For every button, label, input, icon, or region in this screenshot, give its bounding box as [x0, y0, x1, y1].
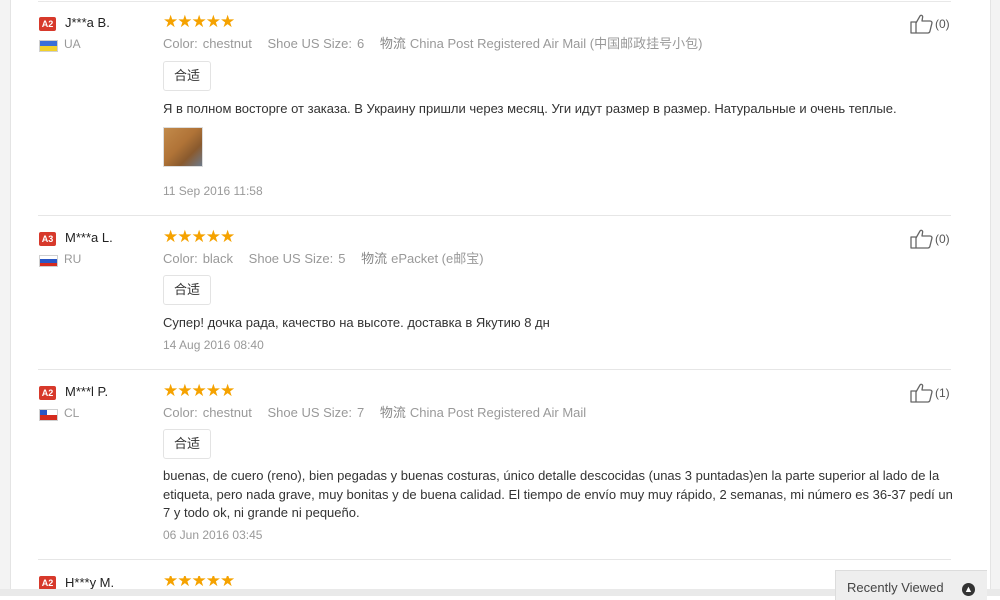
- color-label: Color:: [163, 36, 198, 51]
- review-photo-thumbnail[interactable]: [163, 127, 203, 167]
- country-flag-icon: [39, 40, 58, 52]
- top-divider: [38, 1, 951, 2]
- buyer-country: CL: [64, 406, 80, 420]
- size-value: 6: [357, 36, 365, 51]
- fit-tag: 合适: [163, 429, 212, 459]
- buyer-name: J***a B.: [65, 15, 110, 30]
- buyer-level-badge: A2: [39, 17, 56, 31]
- fit-tag: 合适: [163, 61, 212, 91]
- size-label: Shoe US Size:: [248, 251, 334, 266]
- helpful-button[interactable]: (1): [910, 383, 950, 405]
- shipping-value: ePacket (e邮宝): [391, 251, 484, 266]
- country-flag-icon: [39, 409, 58, 421]
- buyer-country: UA: [64, 37, 81, 51]
- color-value: black: [202, 251, 234, 266]
- review-text: Супер! дочка рада, качество на высоте. д…: [163, 315, 550, 330]
- buyer-name: M***a L.: [65, 230, 113, 245]
- size-value: 5: [338, 251, 346, 266]
- helpful-button[interactable]: (0): [910, 14, 950, 36]
- star-rating: ★★★★★: [163, 381, 235, 400]
- review-text: Я в полном восторге от заказа. В Украину…: [163, 101, 897, 116]
- review-item: A2 J***a B. UA ★★★★★ Color: chestnut Shoe…: [38, 12, 951, 216]
- helpful-button[interactable]: (0): [910, 229, 950, 251]
- size-label: Shoe US Size:: [267, 36, 353, 51]
- recently-viewed-label: Recently Viewed: [847, 580, 944, 595]
- review-item: A2 M***l P. CL ★★★★★ Color: chestnut Shoe…: [38, 381, 953, 560]
- star-rating: ★★★★★: [163, 12, 235, 31]
- review-date: 06 Jun 2016 03:45: [163, 528, 263, 542]
- buyer-level-badge: A2: [39, 576, 56, 590]
- fit-tag: 合适: [163, 275, 212, 305]
- shipping-label: 物流: [379, 405, 406, 420]
- size-label: Shoe US Size:: [267, 405, 353, 420]
- order-attributes: Color: chestnut Shoe US Size: 6 物流 China Po…: [163, 33, 702, 52]
- buyer-country: RU: [64, 252, 82, 266]
- color-value: chestnut: [202, 405, 252, 420]
- color-label: Color:: [163, 251, 198, 266]
- shipping-label: 物流: [379, 36, 406, 51]
- helpful-count: (0): [935, 17, 950, 31]
- color-value: chestnut: [202, 36, 252, 51]
- shipping-value: China Post Registered Air Mail (中国邮政挂号小包…: [409, 36, 703, 51]
- page-right-frame: [990, 0, 1000, 596]
- thumbs-up-icon: [910, 14, 933, 34]
- buyer-name: M***l P.: [65, 384, 109, 399]
- star-rating: ★★★★★: [163, 227, 235, 246]
- size-value: 7: [357, 405, 365, 420]
- chevron-up-icon: ▲: [962, 583, 975, 596]
- page-left-frame: [0, 0, 11, 596]
- helpful-count: (1): [935, 386, 950, 400]
- thumbs-up-icon: [910, 229, 933, 249]
- buyer-level-badge: A3: [39, 232, 56, 246]
- review-text: buenas, de cuero (reno), bien pegadas y …: [163, 468, 953, 520]
- buyer-name: H***y M.: [65, 576, 115, 590]
- helpful-count: (0): [935, 232, 950, 246]
- thumbs-up-icon: [910, 383, 933, 403]
- shipping-value: China Post Registered Air Mail: [409, 405, 587, 420]
- order-attributes: Color: chestnut Shoe US Size: 7 物流 China Po…: [163, 402, 586, 421]
- country-flag-icon: [39, 255, 58, 267]
- review-item: A3 M***a L. RU ★★★★★ Color: black Shoe US…: [38, 227, 951, 370]
- color-label: Color:: [163, 405, 198, 420]
- review-date: 14 Aug 2016 08:40: [163, 338, 264, 352]
- review-date: 11 Sep 2016 11:58: [163, 184, 263, 198]
- order-attributes: Color: black Shoe US Size: 5 物流 ePacket (e邮…: [163, 248, 484, 267]
- shipping-label: 物流: [361, 251, 388, 266]
- buyer-level-badge: A2: [39, 386, 56, 400]
